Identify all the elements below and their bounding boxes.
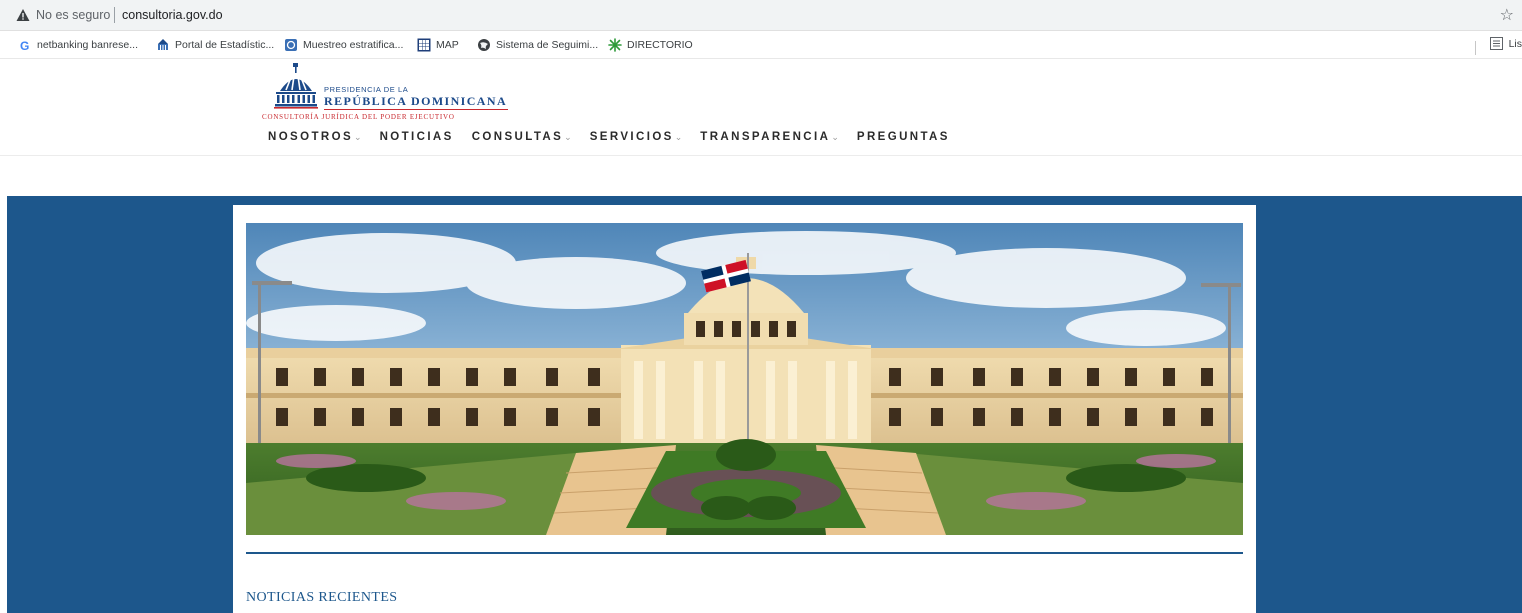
nav-nosotros[interactable]: NOSOTROS ⌄: [268, 131, 362, 143]
nav-label: NOSOTROS: [268, 131, 354, 143]
url-text[interactable]: consultoria.gov.do: [122, 8, 223, 22]
site-logo[interactable]: PRESIDENCIA DE LA REPÚBLICA DOMINICANA C…: [262, 63, 522, 123]
content-card: NOTICIAS RECIENTES: [233, 205, 1256, 613]
nav-servicios[interactable]: SERVICIOS ⌄: [590, 131, 683, 143]
statistics-portal-icon: [156, 38, 170, 52]
bookmark-label: Sistema de Seguimi...: [496, 39, 599, 51]
sampling-icon: [284, 38, 298, 52]
nav-label: CONSULTAS: [471, 131, 564, 143]
chevron-down-icon: ⌄: [831, 131, 839, 142]
grid-app-icon: [417, 38, 431, 52]
warning-icon[interactable]: [16, 8, 30, 22]
bookmark-muestreo[interactable]: Muestreo estratifica...: [284, 37, 403, 53]
bookmarks-divider: [1475, 41, 1476, 55]
bookmark-label: MAP: [436, 39, 459, 51]
bookmark-label: Portal de Estadístic...: [175, 39, 275, 51]
google-icon: G: [18, 38, 32, 52]
main-navigation: NOSOTROS ⌄ NOTICIAS CONSULTAS ⌄ SERVICIO…: [268, 131, 968, 143]
bookmark-star-icon[interactable]: ☆: [1500, 5, 1514, 25]
hero-image-national-palace: [246, 223, 1243, 535]
address-divider: [114, 7, 115, 23]
chevron-down-icon: ⌄: [564, 131, 572, 142]
bookmark-portal-estadistica[interactable]: Portal de Estadístic...: [156, 37, 274, 53]
directory-leaf-icon: [608, 38, 622, 52]
logo-line-consultoria: CONSULTORÍA JURÍDICA DEL PODER EJECUTIVO: [262, 113, 455, 121]
reading-list-button[interactable]: Lis: [1489, 37, 1522, 51]
section-divider: [246, 552, 1243, 554]
bookmark-directorio[interactable]: DIRECTORIO: [608, 37, 693, 53]
bookmark-map[interactable]: MAP: [417, 37, 459, 53]
nav-consultas[interactable]: CONSULTAS ⌄: [472, 131, 572, 143]
svg-text:G: G: [20, 39, 29, 52]
bookmark-label: netbanking banrese...: [37, 39, 138, 51]
nav-label: NOTICIAS: [379, 131, 454, 143]
security-status-label[interactable]: No es seguro: [36, 8, 110, 22]
bookmark-netbanking[interactable]: G netbanking banrese...: [18, 37, 139, 53]
browser-address-bar[interactable]: No es seguro consultoria.gov.do ☆: [0, 0, 1522, 31]
logo-rule: [324, 109, 508, 110]
nav-transparencia[interactable]: TRANSPARENCIA ⌄: [700, 131, 839, 143]
reading-list-icon: [1489, 37, 1504, 51]
reading-list-label: Lis: [1508, 38, 1522, 50]
logo-line-republica: REPÚBLICA DOMINICANA: [324, 94, 508, 108]
globe-icon: [477, 38, 491, 52]
nav-label: TRANSPARENCIA: [700, 131, 831, 143]
bookmark-label: Muestreo estratifica...: [303, 39, 404, 51]
bookmarks-bar: G netbanking banrese... Portal de Estadí…: [0, 31, 1522, 59]
recent-news-heading: NOTICIAS RECIENTES: [246, 590, 398, 605]
logo-line-presidencia: PRESIDENCIA DE LA: [324, 85, 409, 94]
bookmark-label: DIRECTORIO: [627, 39, 693, 51]
nav-label: SERVICIOS: [589, 131, 674, 143]
chevron-down-icon: ⌄: [674, 131, 683, 142]
site-header: PRESIDENCIA DE LA REPÚBLICA DOMINICANA C…: [0, 59, 1522, 156]
national-palace-emblem-icon: [274, 63, 318, 109]
nav-preguntas[interactable]: PREGUNTAS: [857, 131, 950, 143]
bookmark-sistema-seguimiento[interactable]: Sistema de Seguimi...: [477, 37, 598, 53]
nav-label: PREGUNTAS: [856, 131, 950, 143]
chevron-down-icon: ⌄: [354, 131, 362, 142]
nav-noticias[interactable]: NOTICIAS: [380, 131, 454, 143]
